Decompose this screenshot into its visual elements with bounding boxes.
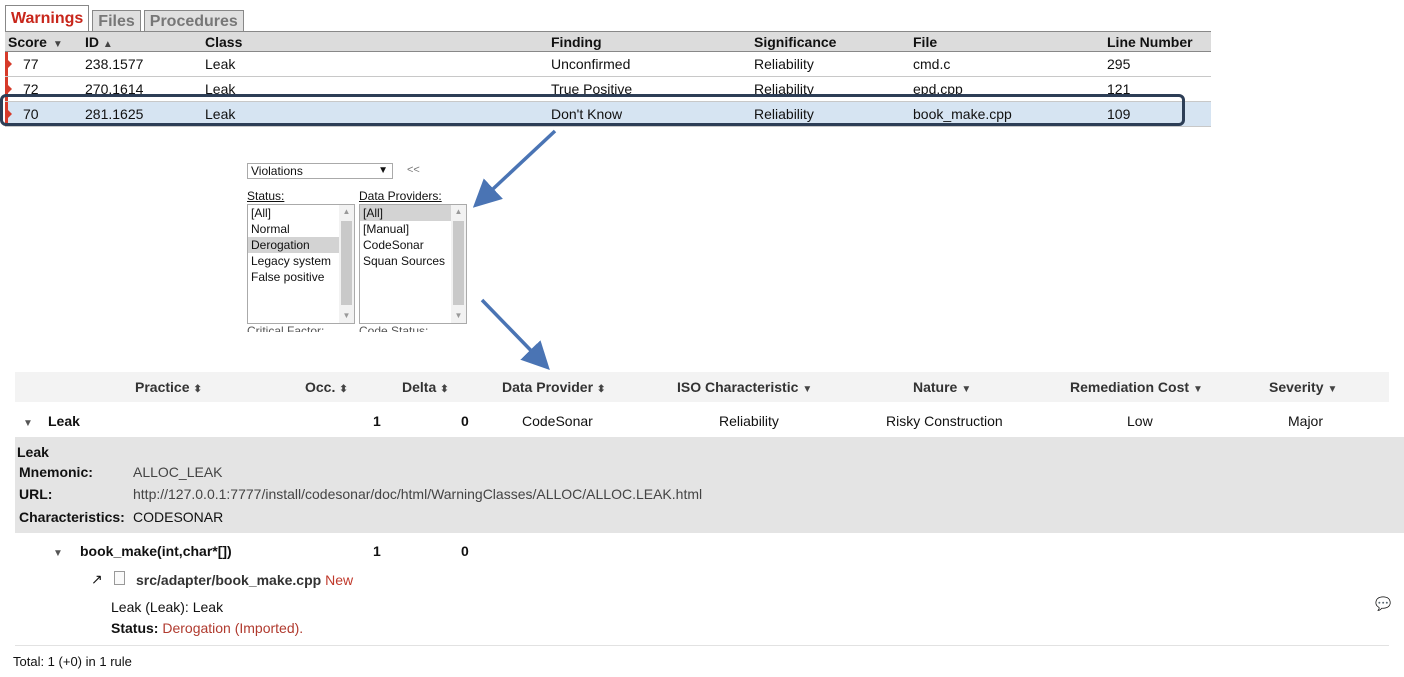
rule-name[interactable]: Leak: [48, 405, 80, 437]
column-practice[interactable]: Practice ⬍: [135, 372, 202, 402]
chevron-down-icon: ▼: [802, 384, 813, 395]
warnings-header-row: Score ▼ ID ▲ Class Finding Significance …: [5, 31, 1211, 52]
sort-icon: ⬍: [193, 384, 202, 395]
table-row[interactable]: 77 238.1577 Leak Unconfirmed Reliability…: [5, 51, 1211, 77]
rule-data-provider: CodeSonar: [522, 413, 593, 429]
id-cell[interactable]: 238.1577: [82, 51, 202, 77]
violation-message: Leak (Leak): Leak: [111, 599, 224, 615]
rule-detail-panel: Leak Mnemonic: ALLOC_LEAK URL: http://12…: [15, 437, 1404, 533]
tab-warnings[interactable]: Warnings: [5, 5, 90, 31]
line-cell: 295: [1104, 51, 1211, 77]
characteristics-label: Characteristics:: [19, 509, 125, 525]
mnemonic-value: ALLOC_LEAK: [133, 464, 223, 480]
column-class[interactable]: Class: [202, 31, 548, 52]
url-link[interactable]: http://127.0.0.1:7777/install/codesonar/…: [133, 486, 702, 502]
column-significance[interactable]: Significance: [751, 31, 910, 52]
status-listbox[interactable]: [All] Normal Derogation Legacy system Fa…: [247, 204, 355, 324]
rule-occ: 1: [373, 413, 381, 429]
procedure-delta: 0: [461, 543, 469, 559]
scroll-up-icon[interactable]: ▲: [451, 205, 466, 219]
new-badge: New: [325, 572, 354, 588]
file-icon: [114, 571, 125, 585]
caret-down-icon: ▼: [23, 418, 33, 429]
procedure-occ: 1: [373, 543, 381, 559]
status-label: Status:: [247, 189, 285, 203]
comment-icon[interactable]: 💬: [1375, 596, 1391, 612]
rule-severity: Major: [1288, 413, 1324, 429]
file-row[interactable]: ↗ src/adapter/book_make.cpp New: [15, 569, 1389, 595]
column-file[interactable]: File: [910, 31, 1104, 52]
selection-highlight: [0, 94, 1185, 126]
detail-title: Leak: [17, 444, 49, 460]
column-delta[interactable]: Delta ⬍: [402, 372, 449, 402]
rule-row[interactable]: ▼ Leak 1 0 CodeSonar Reliability Risky C…: [15, 405, 1389, 437]
tab-bar: Warnings Files Procedures: [5, 5, 247, 31]
column-severity[interactable]: Severity ▼: [1269, 372, 1337, 402]
rule-delta: 0: [461, 413, 469, 429]
filter-panel: Violations ▼ << Status: [All] Normal Der…: [247, 162, 469, 332]
practice-grid-header: Practice ⬍ Occ. ⬍ Delta ⬍ Data Provider ⬍ IS…: [15, 372, 1389, 402]
critical-factor-label: Critical Factor:: [247, 324, 325, 332]
divider: [15, 645, 1389, 646]
file-path-link[interactable]: src/adapter/book_make.cpp New: [136, 572, 353, 588]
kebab-icon[interactable]: ⋮: [1398, 534, 1404, 548]
scroll-down-icon[interactable]: ▼: [451, 309, 466, 323]
sort-icon: ⬍: [440, 384, 449, 395]
external-link-icon[interactable]: ↗: [91, 571, 103, 588]
chevron-down-icon: ▼: [1193, 384, 1203, 395]
sort-icon: ⬍: [339, 384, 348, 395]
tab-files[interactable]: Files: [92, 10, 141, 31]
characteristics-value: CODESONAR: [133, 509, 224, 525]
scroll-thumb[interactable]: [341, 221, 352, 305]
collapse-panel-button[interactable]: <<: [407, 164, 420, 176]
url-label: URL:: [19, 486, 53, 502]
column-remediation-cost[interactable]: Remediation Cost ▼: [1070, 372, 1203, 402]
procedure-name[interactable]: book_make(int,char*[]): [80, 537, 232, 565]
column-id[interactable]: ID ▲: [82, 31, 202, 52]
mnemonic-label: Mnemonic:: [19, 464, 93, 480]
status-value[interactable]: Derogation (Imported).: [162, 620, 303, 636]
file-cell[interactable]: cmd.c: [910, 51, 1104, 77]
sort-desc-icon: ▼: [52, 38, 63, 50]
code-status-label: Code Status:: [359, 324, 429, 332]
score-marker-icon: [8, 85, 12, 93]
significance-cell: Reliability: [751, 51, 910, 77]
sort-icon: ⬍: [597, 384, 606, 395]
sort-asc-icon: ▲: [102, 38, 113, 50]
expand-toggle[interactable]: ▼: [53, 537, 63, 565]
expand-toggle[interactable]: ▼: [23, 405, 33, 437]
finding-cell: Unconfirmed: [548, 51, 751, 77]
column-data-provider[interactable]: Data Provider ⬍: [502, 372, 605, 402]
column-score[interactable]: Score ▼: [5, 31, 82, 52]
column-line-number[interactable]: Line Number: [1104, 31, 1211, 52]
scroll-down-icon[interactable]: ▼: [339, 309, 354, 323]
procedure-row[interactable]: ▼ book_make(int,char*[]) 1 0: [15, 537, 1389, 565]
column-iso-characteristic[interactable]: ISO Characteristic ▼: [677, 372, 812, 402]
class-cell: Leak: [202, 51, 548, 77]
arrow-to-grid: [480, 298, 550, 371]
data-providers-listbox[interactable]: [All] [Manual] CodeSonar Squan Sources ▲…: [359, 204, 467, 324]
rule-iso-characteristic: Reliability: [719, 413, 779, 429]
column-occ[interactable]: Occ. ⬍: [305, 372, 348, 402]
dropdown-arrow-icon: ▼: [378, 165, 388, 176]
scrollbar[interactable]: ▲ ▼: [451, 205, 466, 323]
chevron-down-icon: ▼: [961, 384, 972, 395]
caret-down-icon: ▼: [53, 548, 63, 559]
score-marker-icon: [8, 60, 12, 68]
scrollbar[interactable]: ▲ ▼: [339, 205, 354, 323]
scroll-up-icon[interactable]: ▲: [339, 205, 354, 219]
scroll-thumb[interactable]: [453, 221, 464, 305]
column-finding[interactable]: Finding: [548, 31, 751, 52]
data-providers-label: Data Providers:: [359, 189, 442, 203]
tab-procedures[interactable]: Procedures: [143, 10, 244, 31]
score-cell: 77: [5, 51, 82, 77]
total-summary: Total: 1 (+0) in 1 rule: [13, 654, 132, 669]
column-nature[interactable]: Nature ▼: [913, 372, 971, 402]
violation-status: Status: Derogation (Imported).: [111, 620, 304, 636]
rule-nature: Risky Construction: [886, 413, 1003, 429]
view-select[interactable]: Violations ▼: [247, 163, 393, 179]
chevron-down-icon: ▼: [1327, 384, 1338, 395]
rule-remediation-cost: Low: [1127, 413, 1153, 429]
arrow-to-filter: [472, 129, 557, 208]
